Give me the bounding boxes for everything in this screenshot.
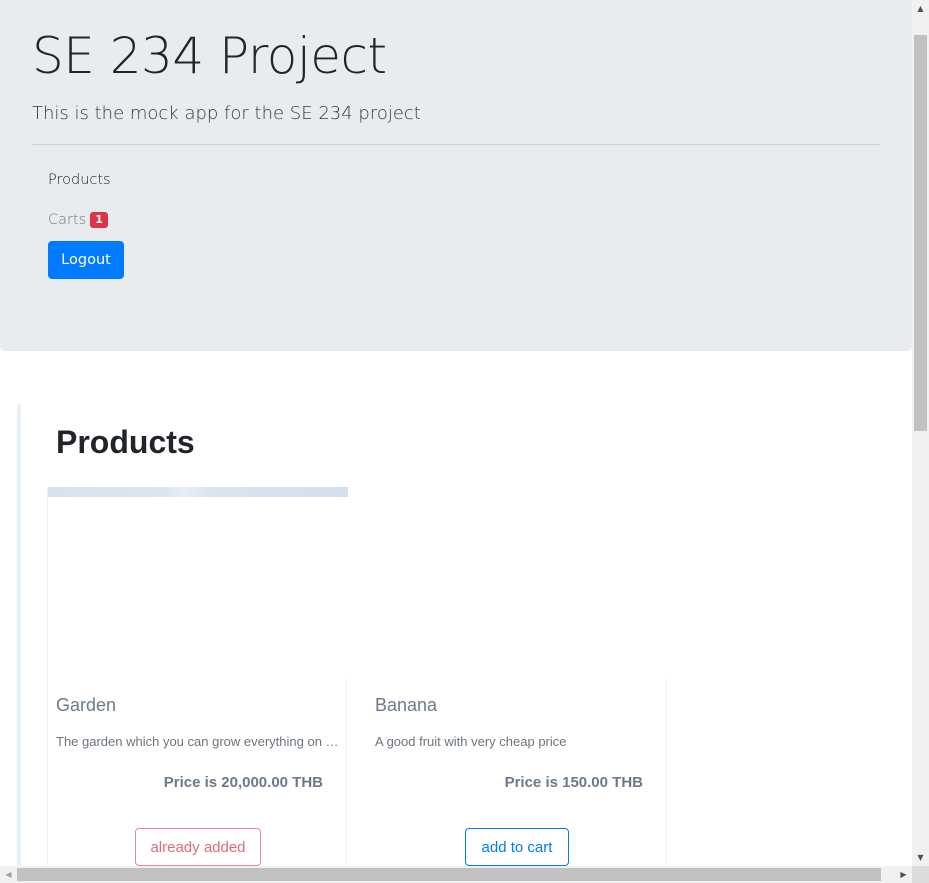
triangle-right-icon[interactable]: ▶ — [895, 866, 912, 883]
products-section: Products Garden The garden which you can… — [17, 404, 912, 866]
page-viewport: SE 234 Project This is the mock app for … — [0, 0, 912, 866]
product-price: Price is 150.00 THB — [504, 774, 643, 791]
page-lead: This is the mock app for the SE 234 proj… — [32, 103, 421, 124]
page-title: SE 234 Project — [32, 27, 387, 85]
nav-link-products[interactable]: Products — [48, 172, 111, 188]
header-divider — [32, 144, 880, 145]
product-image — [367, 487, 667, 677]
cart-count-badge: 1 — [90, 212, 108, 228]
jumbotron-header: SE 234 Project This is the mock app for … — [0, 0, 912, 351]
triangle-up-icon[interactable]: ▲ — [912, 0, 929, 17]
logout-button[interactable]: Logout — [48, 241, 124, 279]
product-card: Banana A good fruit with very cheap pric… — [367, 487, 667, 866]
vertical-scroll-thumb[interactable] — [914, 35, 927, 431]
product-price: Price is 20,000.00 THB — [163, 774, 323, 791]
already-added-button[interactable]: already added — [135, 828, 261, 866]
product-card: Garden The garden which you can grow eve… — [47, 487, 348, 866]
product-name: Banana — [375, 695, 438, 715]
scrollbar-corner — [912, 866, 929, 883]
horizontal-scroll-thumb[interactable] — [17, 868, 881, 881]
product-image — [48, 487, 348, 677]
product-description: The garden which you can grow everything… — [56, 734, 341, 749]
vertical-scrollbar[interactable]: ▲ ▼ — [912, 0, 929, 866]
product-name: Garden — [56, 695, 117, 715]
horizontal-scrollbar[interactable]: ◀ ▶ — [0, 866, 912, 883]
nav-carts-label: Carts — [48, 212, 87, 228]
triangle-down-icon[interactable]: ▼ — [912, 849, 929, 866]
triangle-left-icon[interactable]: ◀ — [0, 866, 17, 883]
product-description: A good fruit with very cheap price — [375, 734, 567, 749]
product-image-edge — [48, 487, 348, 497]
nav-link-carts[interactable]: Carts 1 — [48, 212, 108, 228]
products-heading: Products — [56, 424, 195, 460]
add-to-cart-button[interactable]: add to cart — [465, 828, 569, 866]
